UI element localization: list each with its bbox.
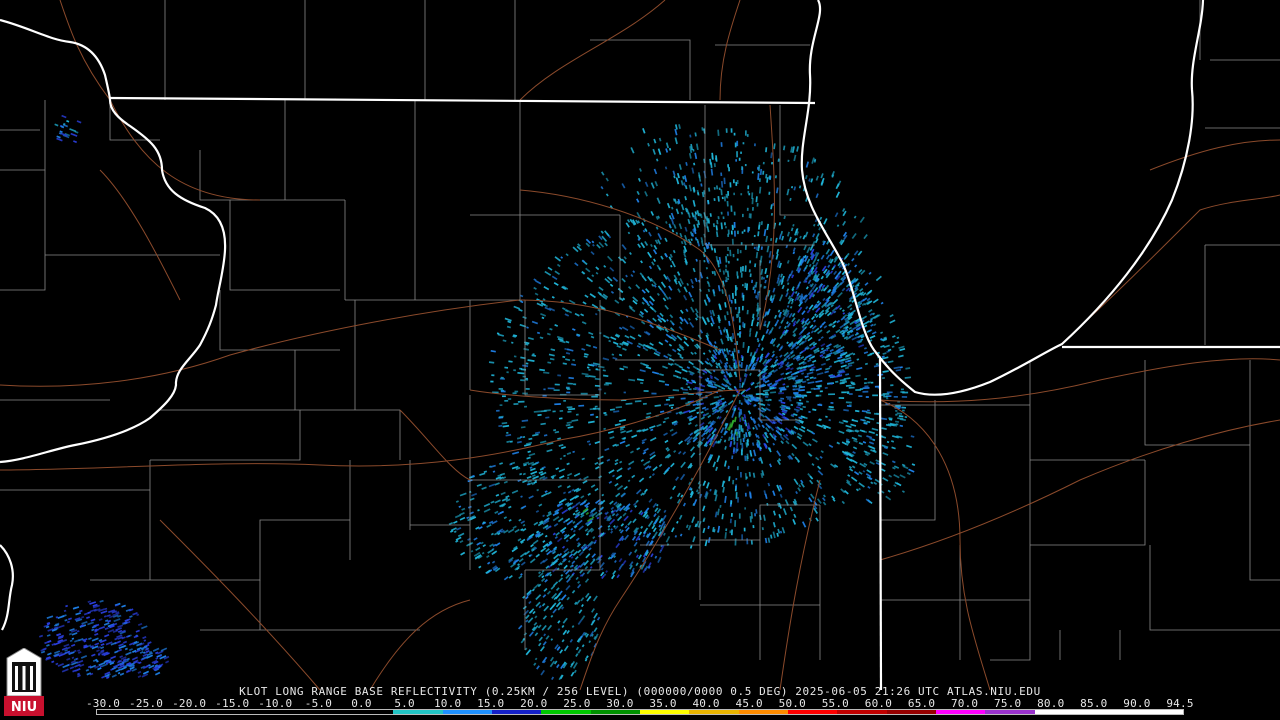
- scale-segment: [837, 710, 887, 714]
- scale-segment: [245, 710, 295, 714]
- scale-segment: [1133, 710, 1183, 714]
- scale-segment: [590, 710, 640, 714]
- scale-segment: [738, 710, 789, 714]
- scale-segment: [886, 710, 937, 714]
- scale-segment: [195, 710, 246, 714]
- radar-map: [0, 0, 1280, 691]
- scale-segment: [97, 710, 147, 714]
- scale-segment: [639, 710, 690, 714]
- scale-segment: [985, 710, 1035, 714]
- scale-segment: [294, 710, 344, 714]
- scale-segment: [689, 710, 739, 714]
- logo-text: NIU: [11, 700, 37, 715]
- scale-segment: [1084, 710, 1134, 714]
- scale-tick-labels: -30.0 -25.0 -20.0 -15.0 -10.0 -5.0 0.0 5.0 10.0 1…: [0, 697, 1280, 710]
- scale-segment: [788, 710, 838, 714]
- scale-segment: [1034, 710, 1085, 714]
- scale-segment: [491, 710, 542, 714]
- scale-segment: [393, 710, 443, 714]
- niu-tower-logo-icon: NIU: [4, 648, 44, 716]
- scale-segment: [541, 710, 591, 714]
- scale-segment: [343, 710, 394, 714]
- scale-segment: [146, 710, 196, 714]
- scale-segment: [442, 710, 492, 714]
- reflectivity-color-scale: [96, 709, 1184, 715]
- scale-segment: [936, 710, 986, 714]
